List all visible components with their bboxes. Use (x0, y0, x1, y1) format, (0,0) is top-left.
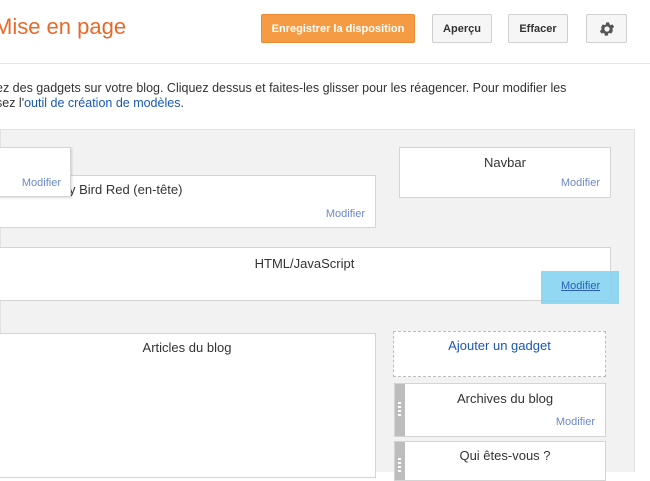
blog-posts-title: Articles du blog (142, 340, 232, 355)
description-suffix: . (180, 96, 184, 110)
navbar-title: Navbar (484, 155, 526, 170)
save-layout-button[interactable]: Enregistrer la disposition (261, 14, 415, 43)
html-javascript-modify-link[interactable]: Modifier (561, 280, 600, 292)
description-prefix: sez l' (0, 96, 25, 110)
clear-button[interactable]: Effacer (508, 14, 568, 43)
html-javascript-gadget[interactable]: HTML/JavaScript (0, 247, 611, 301)
header-divider (0, 63, 650, 64)
drag-handle[interactable] (395, 384, 405, 436)
add-gadget-link[interactable]: Ajouter un gadget (394, 338, 605, 353)
navbar-modify-link[interactable]: Modifier (561, 177, 600, 189)
archives-title: Archives du blog (456, 391, 554, 406)
page-title: Mise en page (0, 14, 127, 39)
layout-description: ez des gadgets sur votre blog. Cliquez d… (0, 81, 636, 111)
archives-gadget[interactable]: Archives du blog Modifier (394, 383, 606, 437)
drag-handle[interactable] (395, 442, 405, 480)
add-gadget-slot[interactable]: Ajouter un gadget (393, 331, 606, 377)
dragged-gadget[interactable]: Modifier (0, 147, 71, 197)
description-line-1: ez des gadgets sur votre blog. Cliquez d… (0, 81, 567, 95)
dragged-gadget-modify-link[interactable]: Modifier (22, 177, 61, 189)
html-javascript-title: HTML/JavaScript (254, 256, 355, 271)
about-gadget[interactable]: Qui êtes-vous ? (394, 441, 606, 481)
navbar-gadget[interactable]: Navbar Modifier (399, 147, 611, 198)
settings-button[interactable] (586, 14, 627, 43)
template-designer-link[interactable]: outil de création de modèles (24, 96, 180, 110)
header-modify-link[interactable]: Modifier (326, 208, 365, 220)
about-title: Qui êtes-vous ? (459, 448, 551, 463)
header-gadget-title: y Bird Red (en-tête) (69, 182, 183, 197)
preview-button[interactable]: Aperçu (432, 14, 492, 43)
description-line-2: sez l'outil de création de modèles. (0, 96, 636, 111)
archives-modify-link[interactable]: Modifier (556, 416, 595, 428)
blog-posts-gadget[interactable]: Articles du blog (0, 333, 376, 478)
gear-icon (599, 21, 614, 36)
